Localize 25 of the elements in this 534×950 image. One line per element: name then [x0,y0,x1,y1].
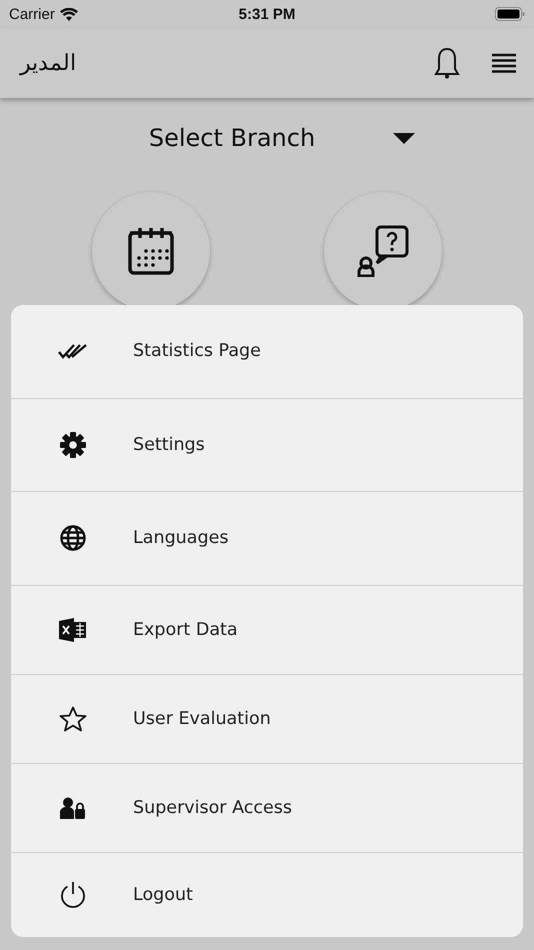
menu-item[interactable]: User Evaluation [11,674,523,764]
settings-icon [60,432,86,458]
wifi-icon [60,8,78,20]
menu-item[interactable]: Logout [11,852,523,937]
menu-item[interactable]: Export Data [11,586,523,674]
user-lock-icon [60,796,86,818]
menu-item[interactable]: Languages [11,492,523,586]
double-check-icon [58,342,88,360]
clock-time: 5:31 PM [238,6,296,22]
dropdown-caret-icon[interactable] [393,132,416,144]
calendar-icon [126,226,176,276]
globe-icon [60,525,86,552]
carrier-name: Carrier [9,6,55,22]
menu-item[interactable]: Settings [11,398,523,492]
battery-icon [495,7,525,21]
person-question-icon [357,225,409,277]
menu-item[interactable]: Supervisor Access [11,764,523,852]
menu-icon[interactable] [492,53,516,73]
star-icon [59,706,87,732]
power-icon [59,880,87,909]
spreadsheet-icon [59,618,87,642]
menu-item[interactable]: Statistics Page [11,305,523,398]
bell-icon[interactable] [434,47,460,79]
select-branch-label[interactable]: Select Branch [148,124,316,152]
header-title: المدير [20,50,76,76]
